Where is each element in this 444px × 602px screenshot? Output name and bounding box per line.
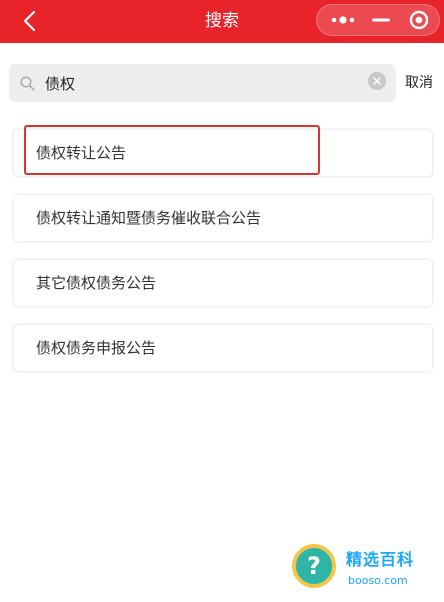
more-button[interactable] (323, 5, 363, 35)
clear-input-icon[interactable] (368, 72, 386, 90)
mini-program-capsule (316, 4, 440, 36)
result-item[interactable]: 其它债权债务公告 (14, 260, 432, 306)
cancel-button[interactable]: 取消 (405, 64, 433, 102)
search-input[interactable] (45, 64, 365, 102)
minus-icon (372, 18, 390, 22)
minimize-button[interactable] (363, 5, 399, 35)
result-label: 其它债权债务公告 (36, 274, 157, 292)
target-close-icon (409, 10, 429, 30)
search-bar (9, 64, 396, 102)
x-icon (373, 77, 381, 85)
result-item[interactable]: 债权债务申报公告 (14, 325, 432, 371)
title-bar: 搜索 (0, 0, 444, 43)
highlight-box (24, 125, 320, 175)
close-button[interactable] (401, 5, 437, 35)
result-label: 债权债务申报公告 (36, 339, 157, 357)
watermark-brand: 精选百科 (346, 550, 415, 569)
question-mark-icon: ? (292, 544, 336, 588)
result-item[interactable]: 债权转让通知暨债务催收联合公告 (14, 195, 432, 241)
more-dots-icon (331, 16, 355, 24)
search-icon (20, 76, 35, 91)
watermark-logo: ? 精选百科 booso.com (288, 540, 438, 596)
watermark-url: booso.com (348, 574, 408, 587)
result-label: 债权转让通知暨债务催收联合公告 (36, 209, 262, 227)
